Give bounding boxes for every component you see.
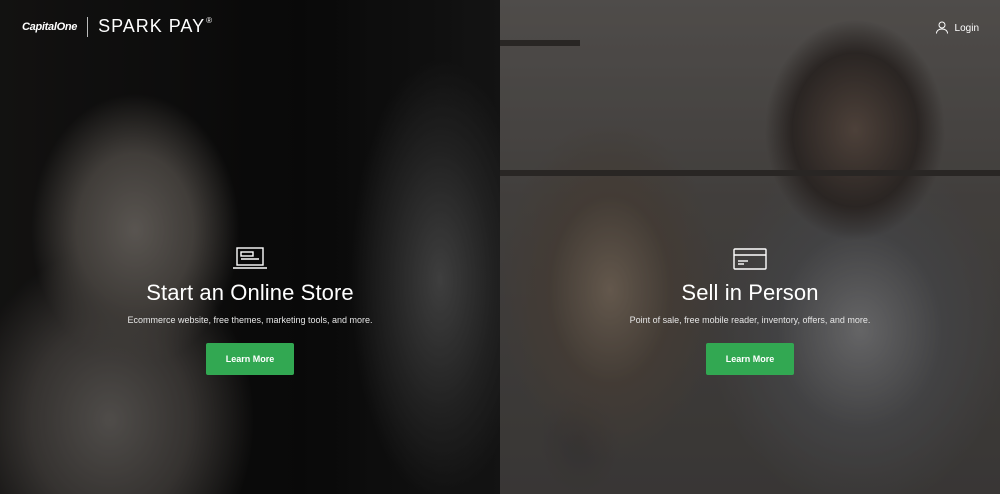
sell-in-person-learn-more-button[interactable]: Learn More — [706, 343, 794, 375]
credit-card-icon — [500, 244, 1000, 274]
sell-in-person-title: Sell in Person — [681, 280, 819, 305]
online-store-subtitle: Ecommerce website, free themes, marketin… — [127, 315, 373, 325]
sell-in-person-section: Sell in Person Point of sale, free mobil… — [500, 244, 1000, 375]
user-icon — [935, 20, 949, 37]
login-label: Login — [954, 23, 979, 34]
online-store-section: Start an Online Store Ecommerce website,… — [0, 244, 500, 375]
online-store-learn-more-button[interactable]: Learn More — [206, 343, 294, 375]
sell-in-person-subtitle: Point of sale, free mobile reader, inven… — [629, 315, 871, 325]
brand-logo[interactable]: CapitalOne SPARK PAY® — [22, 16, 213, 37]
login-link[interactable]: Login — [935, 20, 979, 37]
spark-pay-logo: SPARK PAY® — [98, 16, 214, 36]
online-store-title: Start an Online Store — [146, 280, 354, 305]
laptop-icon — [0, 244, 500, 274]
logo-divider — [87, 16, 89, 37]
capital-one-logo: CapitalOne — [22, 20, 78, 33]
